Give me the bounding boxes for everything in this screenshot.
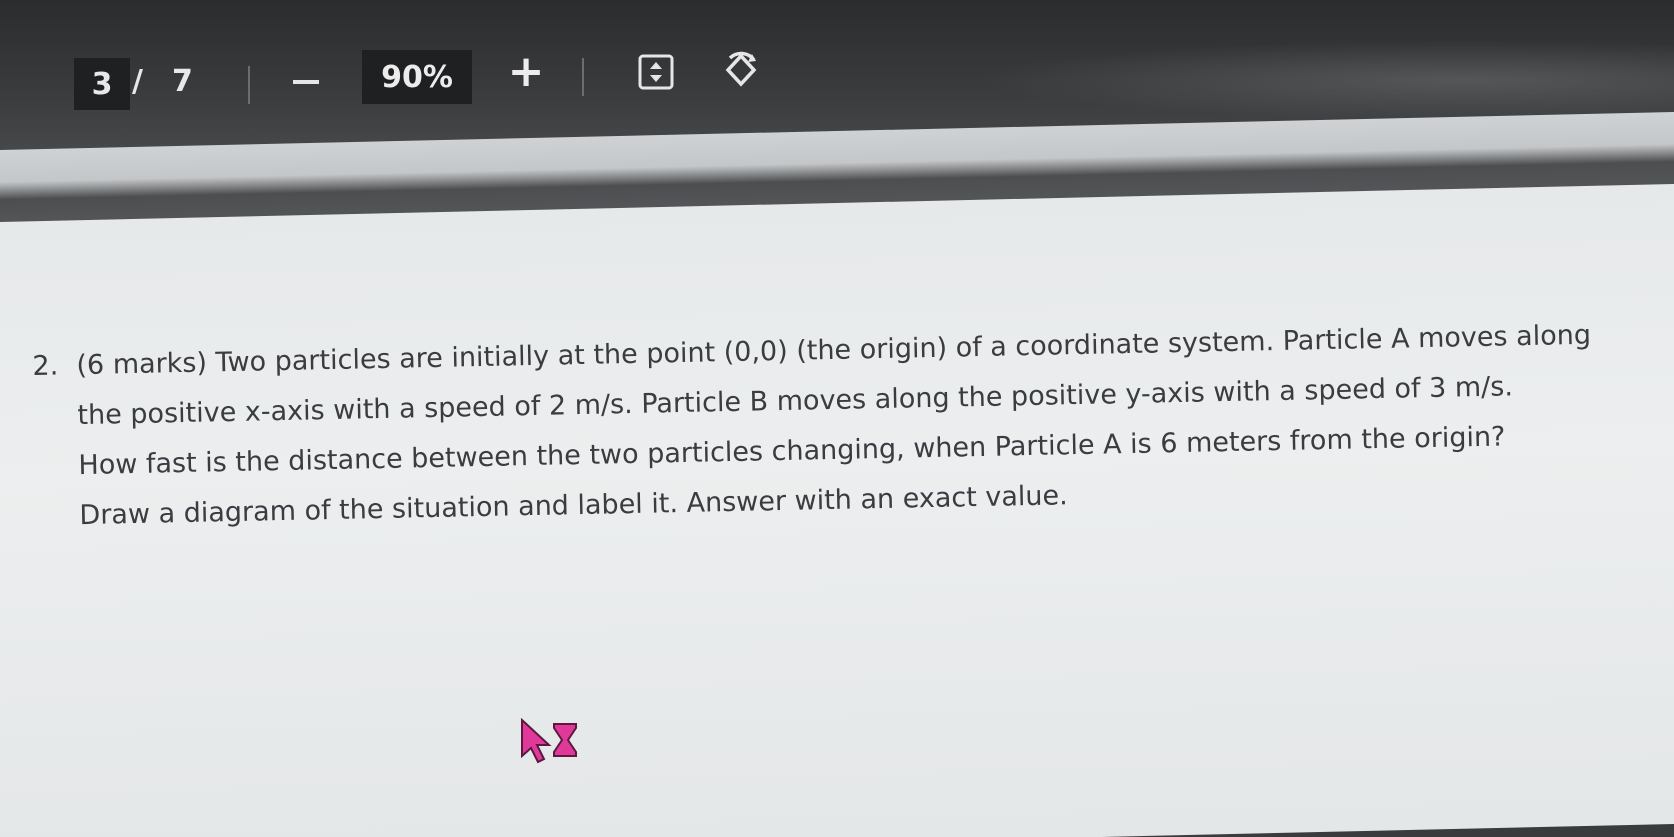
zoom-level-input[interactable]: 90% [362,50,472,104]
toolbar-divider [582,58,584,96]
rotate-icon [725,51,757,87]
glare [974,40,1674,120]
minus-icon [293,80,319,84]
fit-page-button[interactable] [636,52,676,92]
question-number: 2. [32,350,59,382]
toolbar-divider [248,66,250,104]
page-number-input[interactable]: 3 [74,58,130,110]
busy-cursor [520,717,586,766]
rotate-button[interactable] [718,50,764,94]
page-separator: / [132,64,143,99]
question-2: 2. (6 marks) Two particles are initially… [32,311,1596,542]
total-pages: 7 [172,64,193,99]
zoom-out-button[interactable] [286,62,326,102]
fit-page-icon [638,54,674,90]
pdf-viewer: 3 / 7 90% + 2. (6 marks) Two particles a… [0,0,1674,837]
zoom-in-button[interactable]: + [506,50,546,94]
busy-arrow-hourglass-icon [521,717,577,764]
